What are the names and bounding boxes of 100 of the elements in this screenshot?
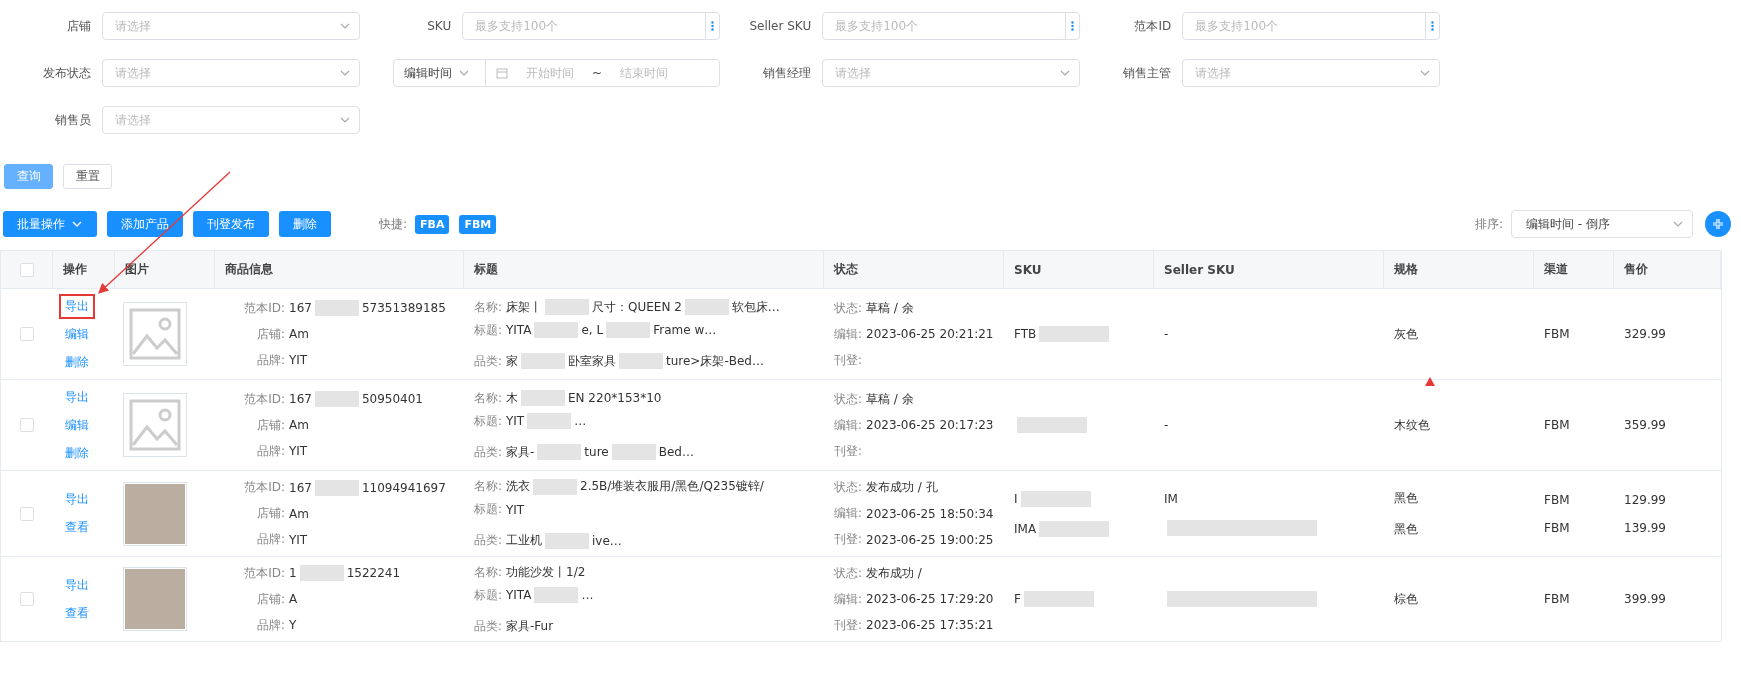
action-link[interactable]: 导出 bbox=[59, 487, 95, 512]
redaction-blur bbox=[537, 444, 582, 460]
field-value: 2023-06-25 17:35:21 bbox=[866, 618, 994, 632]
more-vertical-icon bbox=[1071, 21, 1074, 31]
field-value: 2023-06-25 20:17:23 bbox=[866, 418, 994, 432]
field-value: 2023-06-25 18:50:34 bbox=[866, 506, 994, 521]
field-value: 167 bbox=[289, 480, 312, 495]
row-checkbox[interactable] bbox=[20, 592, 34, 606]
sort-select[interactable]: 编辑时间 - 倒序 bbox=[1511, 210, 1693, 238]
field-label: 品牌: bbox=[255, 351, 285, 369]
image-placeholder-icon bbox=[123, 393, 187, 457]
date-range-field[interactable]: 编辑时间 开始时间 ~ 结束时间 bbox=[393, 59, 720, 87]
select-field[interactable]: 请选择 bbox=[102, 12, 360, 40]
field-value: 家具- bbox=[506, 443, 535, 461]
filter-label: Seller SKU bbox=[748, 19, 812, 33]
toolbar-button[interactable]: 添加产品 bbox=[107, 211, 183, 237]
redaction-blur bbox=[521, 390, 565, 406]
redaction-blur bbox=[1020, 490, 1091, 507]
date-type-label: 编辑时间 bbox=[404, 64, 452, 82]
field-value: 床架丨 bbox=[506, 298, 542, 316]
field-value: Y bbox=[289, 618, 297, 632]
input-field[interactable]: 最多支持100个 bbox=[1182, 12, 1440, 40]
field-value: EN 220*153*10 bbox=[568, 391, 662, 405]
action-link[interactable]: 删除 bbox=[59, 349, 95, 375]
input-field[interactable]: 最多支持100个 bbox=[822, 12, 1080, 40]
field-value: 167 bbox=[289, 301, 312, 315]
column-header: 操作 bbox=[53, 251, 115, 288]
field-label: 名称: bbox=[474, 478, 502, 495]
sku-text: IMA bbox=[1014, 521, 1037, 536]
collapse-button[interactable] bbox=[1705, 211, 1731, 237]
field-label: 名称: bbox=[474, 389, 502, 407]
toolbar-button[interactable]: 删除 bbox=[279, 211, 331, 237]
action-link[interactable]: 编辑 bbox=[59, 321, 95, 347]
seller-sku-text: - bbox=[1164, 327, 1169, 341]
column-header: 状态 bbox=[824, 251, 1004, 288]
select-field[interactable]: 请选择 bbox=[822, 59, 1080, 87]
field-label: 状态: bbox=[834, 390, 862, 408]
field-value: Am bbox=[289, 506, 309, 521]
select-all-checkbox[interactable] bbox=[19, 262, 34, 277]
redaction-blur bbox=[314, 391, 359, 407]
action-link[interactable]: 查看 bbox=[59, 600, 95, 626]
field-value: 50950401 bbox=[361, 392, 423, 406]
select-field[interactable]: 请选择 bbox=[1182, 59, 1440, 87]
action-link[interactable]: 查看 bbox=[59, 515, 95, 540]
redaction-blur bbox=[545, 532, 589, 549]
price-text: 139.99 bbox=[1624, 520, 1667, 535]
more-vertical-icon bbox=[711, 21, 714, 31]
reset-button[interactable]: 重置 bbox=[63, 164, 112, 189]
redaction-blur bbox=[684, 299, 729, 315]
column-header: 标题 bbox=[464, 251, 824, 288]
field-label: 标题: bbox=[474, 501, 502, 518]
action-link[interactable]: 删除 bbox=[59, 440, 95, 466]
redaction-blur bbox=[299, 565, 344, 581]
row-checkbox[interactable] bbox=[20, 418, 34, 432]
quick-filter-tag[interactable]: FBM bbox=[459, 214, 497, 234]
field-value: YITA bbox=[506, 588, 532, 602]
query-button[interactable]: 查询 bbox=[4, 164, 53, 189]
field-value: 1522241 bbox=[346, 566, 401, 580]
field-value: ture>床架-Bed… bbox=[666, 352, 764, 370]
redaction-blur bbox=[534, 587, 579, 603]
field-label: 状态: bbox=[834, 299, 862, 317]
row-checkbox[interactable] bbox=[20, 327, 34, 341]
quick-filter-tag[interactable]: FBA bbox=[415, 214, 450, 234]
select-field[interactable]: 请选择 bbox=[102, 59, 360, 87]
action-link[interactable]: 导出 bbox=[59, 293, 95, 319]
row-checkbox[interactable] bbox=[20, 506, 34, 521]
filter-label: 销售主管 bbox=[1122, 64, 1172, 82]
filter-label: 发布状态 bbox=[42, 64, 92, 82]
sort-label: 排序: bbox=[1474, 215, 1503, 233]
field-value: YIT bbox=[289, 353, 308, 367]
field-value: 草稿 / 余 bbox=[866, 390, 914, 408]
field-label: 编辑: bbox=[834, 325, 862, 343]
filter-label: 销售经理 bbox=[762, 64, 812, 82]
redaction-blur bbox=[314, 300, 359, 316]
photo-placeholder bbox=[125, 569, 185, 629]
field-value: 2.5B/堆装衣服用/黑色/Q235镀锌/ bbox=[580, 478, 764, 495]
batch-actions-button[interactable]: 批量操作 bbox=[3, 211, 97, 237]
field-value: 家 bbox=[506, 352, 518, 370]
column-header: 渠道 bbox=[1534, 251, 1614, 288]
action-link[interactable]: 导出 bbox=[59, 384, 95, 410]
channel-text: FBM bbox=[1544, 592, 1571, 606]
field-value: Am bbox=[289, 327, 309, 341]
redaction-blur bbox=[1039, 326, 1110, 342]
action-link[interactable]: 编辑 bbox=[59, 412, 95, 438]
field-label: 刊登: bbox=[834, 616, 862, 634]
toolbar-button[interactable]: 刊登发布 bbox=[193, 211, 269, 237]
redaction-blur bbox=[1039, 520, 1110, 537]
channel-text: FBM bbox=[1544, 492, 1571, 507]
field-value: 发布成功 / 孔 bbox=[866, 479, 938, 496]
filter-label: 销售员 bbox=[54, 111, 92, 129]
column-header: SKU bbox=[1004, 251, 1154, 288]
input-field[interactable]: 最多支持100个 bbox=[462, 12, 720, 40]
field-label: 编辑: bbox=[834, 505, 862, 522]
field-value: 发布成功 / bbox=[866, 564, 922, 582]
field-value: … bbox=[574, 414, 587, 428]
price-text: 399.99 bbox=[1624, 592, 1667, 606]
field-label: 刊登: bbox=[834, 442, 862, 460]
action-link[interactable]: 导出 bbox=[59, 572, 95, 598]
image-placeholder-icon bbox=[123, 302, 187, 366]
select-field[interactable]: 请选择 bbox=[102, 106, 360, 134]
